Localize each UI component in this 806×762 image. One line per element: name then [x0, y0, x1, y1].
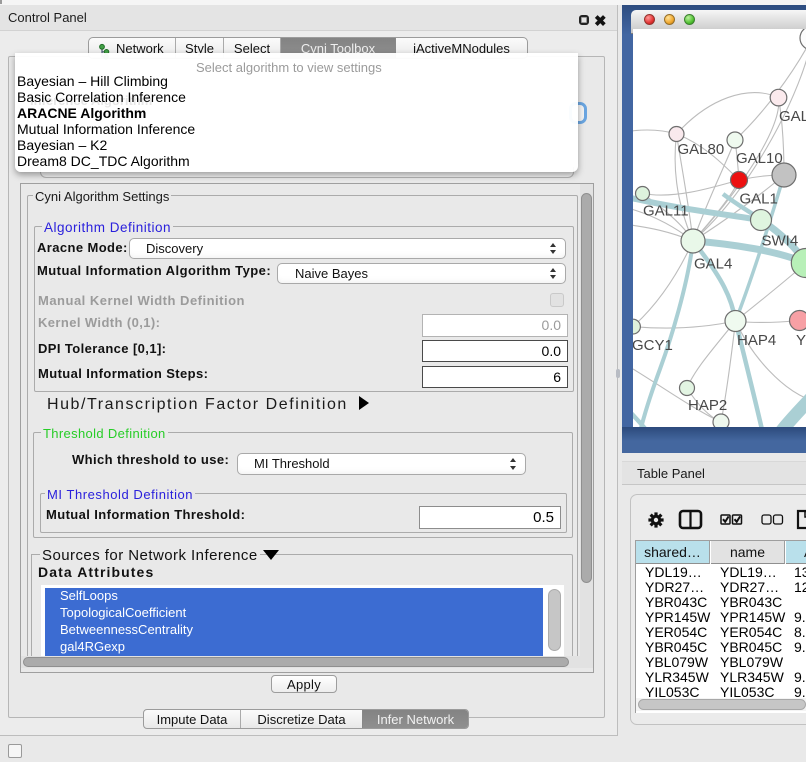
svg-text:Y: Y — [796, 332, 806, 349]
svg-text:GCY1: GCY1 — [633, 337, 673, 354]
svg-text:GAL7: GAL7 — [779, 108, 806, 125]
svg-text:GAL4: GAL4 — [694, 256, 732, 273]
svg-text:GAL11: GAL11 — [643, 203, 689, 220]
svg-text:SWI4: SWI4 — [762, 233, 799, 250]
svg-text:HAP4: HAP4 — [737, 332, 776, 349]
svg-text:GAL1: GAL1 — [740, 191, 778, 208]
svg-text:GAL80: GAL80 — [678, 141, 725, 158]
svg-text:GAL10: GAL10 — [736, 150, 783, 167]
svg-text:HAP2: HAP2 — [688, 397, 727, 414]
